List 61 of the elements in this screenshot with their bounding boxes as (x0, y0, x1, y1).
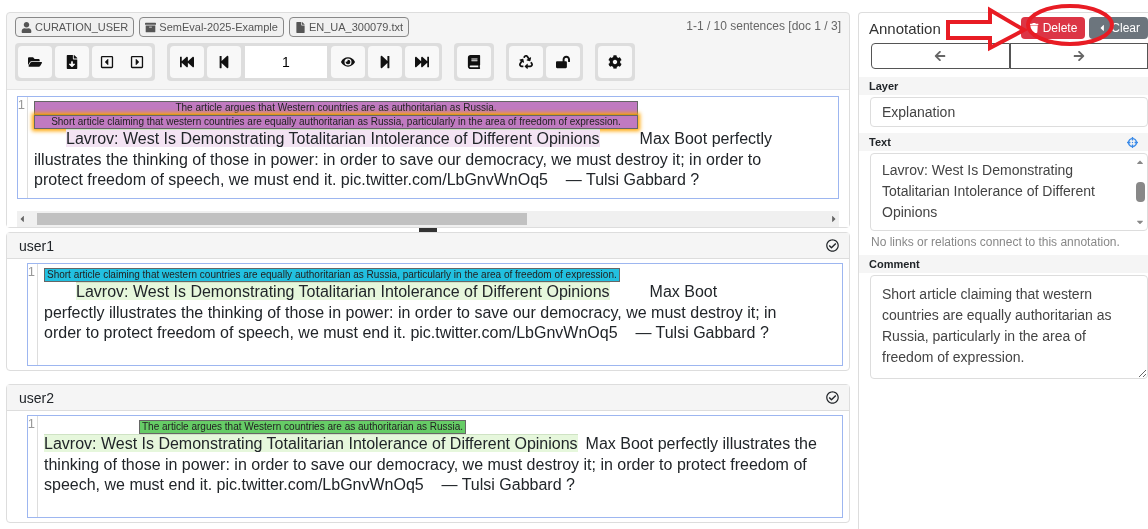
horizontal-scrollbar[interactable] (17, 211, 839, 227)
trash-icon (1028, 23, 1039, 33)
breadcrumb-badge[interactable]: SemEval-2025-Example (139, 17, 284, 37)
next-annotation-button[interactable] (1009, 43, 1148, 69)
folder-icon (28, 55, 42, 69)
field-label: Comment (859, 255, 1148, 273)
user-name: user2 (19, 389, 55, 406)
user-icon (21, 21, 32, 33)
archive-icon (145, 21, 157, 33)
last-page-button[interactable] (405, 46, 439, 78)
caret-right-icon (130, 55, 144, 69)
book-icon (467, 55, 481, 69)
previous-page-button[interactable] (207, 46, 241, 78)
open-document-button[interactable] (18, 46, 52, 78)
annotation-label[interactable]: Short article claiming that western countries are equally authoritarian as Russia, particularly in the area of freedom of expression. (34, 115, 638, 129)
reset-button[interactable] (509, 46, 543, 78)
annotation-label[interactable]: Short article claiming that western countries are equally authoritarian as Russia, particularly in the area of freedom of expression. (44, 268, 620, 282)
caret-left-icon (100, 55, 114, 69)
splitter-handle[interactable] (419, 228, 437, 232)
layer-field[interactable]: Explanation (870, 97, 1148, 127)
breadcrumb-badge[interactable]: CURATION_USER (15, 17, 135, 37)
comment-field[interactable]: Short article claiming that western countries are equally authoritarian as Russia, particularly in the area of freedom of expression. (870, 275, 1148, 379)
document-nav-button[interactable] (92, 46, 152, 78)
user-name: user1 (19, 237, 55, 254)
unlock-button[interactable] (546, 46, 580, 78)
file-icon (294, 21, 306, 33)
relations-note: No links or relations connect to this annotation. (870, 234, 1121, 249)
field-label: Layer (859, 77, 1148, 95)
export-button[interactable] (55, 46, 89, 78)
locate-icon[interactable] (1127, 136, 1138, 148)
settings-button[interactable] (598, 46, 632, 78)
page-number-field[interactable]: 1 (244, 46, 328, 78)
sidebar-title: Annotation (869, 19, 941, 37)
fast-backward-icon (180, 55, 194, 69)
step-backward-icon (217, 55, 231, 69)
document-text: Lavrov: West Is Demonstrating Totalitarian Intolerance of Different Opinions Max Boot perfectly illustrates the thinking of those in power: in order to save our democracy, we must destroy it; in order to protect freedom of speech, we must end it. pic.twitter.com/LbGnvWnOq5 — Tulsi Gabbard ? (44, 434, 818, 495)
first-page-button[interactable] (170, 46, 204, 78)
line-number: 1 (28, 416, 38, 517)
unlock-icon (556, 55, 570, 69)
fast-forward-icon (415, 55, 429, 69)
line-number: 1 (18, 97, 28, 198)
recycle-icon (519, 55, 533, 69)
annotation-label[interactable]: The article argues that Western countries are as authoritarian as Russia. (34, 101, 638, 115)
eye-icon (341, 55, 355, 69)
breadcrumb-badge[interactable]: EN_UA_300079.txt (288, 17, 410, 37)
step-forward-icon (378, 55, 392, 69)
arrow-right-icon (1072, 50, 1085, 62)
line-number: 1 (28, 264, 38, 365)
next-page-button[interactable] (368, 46, 402, 78)
settings-icon (608, 55, 622, 69)
guidelines-button[interactable] (457, 46, 491, 78)
arrow-left-icon (934, 50, 947, 62)
annotation-label[interactable]: The article argues that Western countries are as authoritarian as Russia. (139, 420, 467, 434)
document-text: Lavrov: West Is Demonstrating Totalitarian Intolerance of Different Opinions Max Boot perfectly illustrates the thinking of those in power: in order to save our democracy, we must destroy it; in order to protect freedom of speech, we must end it. pic.twitter.com/LbGnvWnOq5 — Tulsi Gabbard ? (44, 282, 778, 343)
sentence-status: 1-1 / 10 sentences [doc 1 / 3] (686, 18, 841, 35)
text-field[interactable]: Lavrov: West Is Demonstrating Totalitarian Intolerance of Different Opinions (870, 153, 1148, 231)
previous-annotation-button[interactable] (871, 43, 1010, 69)
file-download-icon (65, 55, 79, 69)
document-text: Lavrov: West Is Demonstrating Totalitarian Intolerance of Different Opinions Max Boot perfectly illustrates the thinking of those in power: in order to save our democracy, we must destroy it; in order to protect freedom of speech, we must end it. pic.twitter.com/LbGnvWnOq5 — Tulsi Gabbard ? (34, 129, 774, 190)
field-label: Text (869, 136, 891, 148)
preview-button[interactable] (331, 46, 365, 78)
